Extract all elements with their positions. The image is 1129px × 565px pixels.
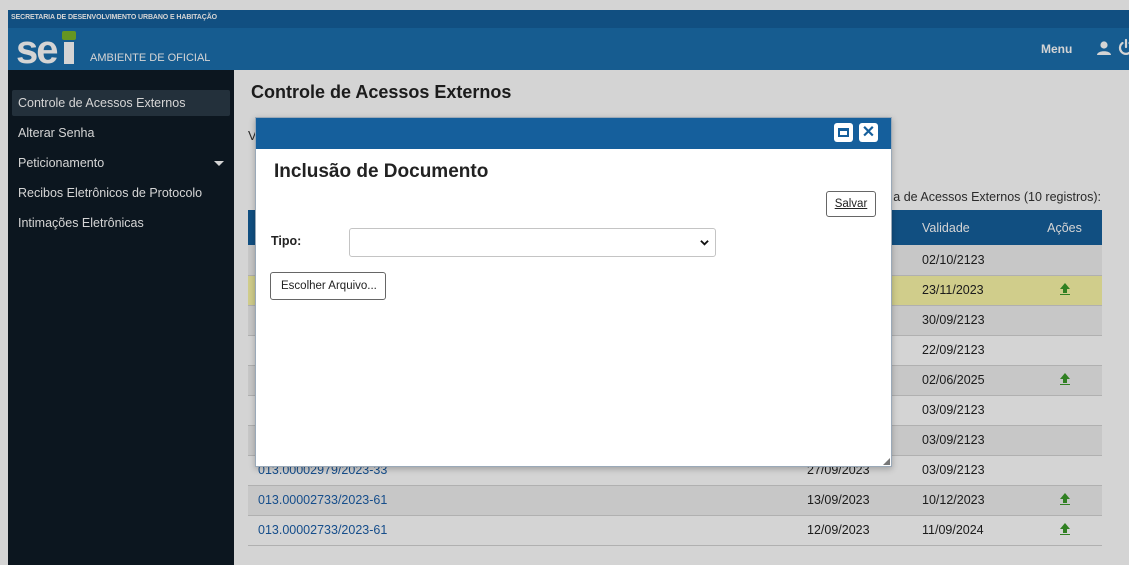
maximize-icon[interactable]	[834, 123, 853, 142]
tipo-select[interactable]	[349, 228, 716, 257]
save-button[interactable]: Salvar	[826, 191, 876, 217]
resize-handle-icon[interactable]	[883, 458, 890, 465]
close-icon[interactable]: ✕	[859, 123, 878, 142]
tipo-label: Tipo:	[271, 234, 302, 248]
modal-title: Inclusão de Documento	[274, 161, 489, 182]
chevron-down-icon	[700, 240, 709, 246]
inclusao-documento-modal: ✕ Inclusão de Documento Salvar Tipo: Esc…	[255, 117, 892, 467]
choose-file-button[interactable]: Escolher Arquivo...	[270, 272, 386, 300]
modal-titlebar: ✕	[256, 118, 891, 149]
page: SECRETARIA DE DESENVOLVIMENTO URBANO E H…	[0, 0, 1129, 565]
